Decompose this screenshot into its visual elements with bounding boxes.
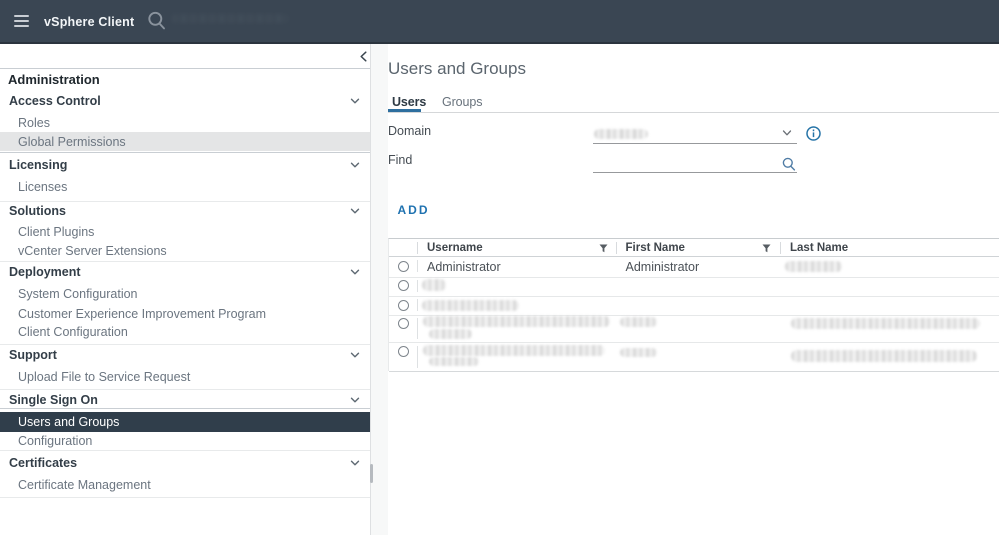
sidebar-divider	[0, 497, 371, 498]
row-radio-2[interactable]	[398, 280, 409, 291]
search-icon[interactable]	[147, 10, 167, 31]
panel-splitter[interactable]	[370, 44, 388, 535]
tab-groups[interactable]: Groups	[442, 94, 482, 110]
sidebar-item-licenses[interactable]: Licenses	[0, 178, 371, 197]
sidebar-item-roles[interactable]: Roles	[0, 113, 371, 132]
app-header: vSphere Client	[0, 0, 999, 44]
cell-separator	[417, 318, 418, 339]
row-separator	[389, 342, 999, 343]
sidebar-item-vcenter-server-extensions[interactable]: vCenter Server Extensions	[0, 242, 371, 261]
chevron-down-icon	[781, 127, 793, 139]
page-title: Users and Groups	[388, 58, 526, 80]
chevron-down-icon	[349, 394, 361, 406]
table-header: Username First Name Last Name	[389, 239, 999, 257]
cell-separator	[417, 299, 418, 311]
table-row-3-redacted-username	[422, 300, 519, 311]
sidebar-group-licensing[interactable]: Licensing	[0, 155, 371, 176]
chevron-down-icon	[349, 159, 361, 171]
find-label: Find	[388, 153, 412, 167]
vsphere-client-app: vSphere Client Administration Access Con…	[0, 0, 999, 535]
table-bottom-border	[389, 371, 999, 372]
chevron-down-icon	[349, 205, 361, 217]
domain-select-value	[594, 129, 648, 139]
table-row-5-redacted-last-name	[791, 350, 977, 362]
search-icon	[781, 156, 797, 173]
table-row-2-redacted-username	[422, 279, 447, 291]
table-row-1-username: Administrator	[427, 260, 501, 274]
find-input[interactable]	[593, 153, 798, 173]
sidebar-group-support[interactable]: Support	[0, 345, 371, 366]
table-row-1-first-name: Administrator	[626, 260, 700, 274]
sidebar-item-client-configuration[interactable]: Client Configuration	[0, 322, 371, 341]
row-separator	[389, 277, 999, 278]
column-separator	[417, 242, 418, 254]
sidebar-title: Administration	[8, 68, 358, 91]
info-icon[interactable]	[806, 126, 821, 141]
cell-separator	[417, 280, 418, 292]
cell-separator	[417, 346, 418, 368]
row-separator	[389, 296, 999, 297]
sidebar-item-upload-file-to-service-request[interactable]: Upload File to Service Request	[0, 368, 371, 387]
sidebar-divider	[0, 408, 371, 409]
collapse-sidebar-icon[interactable]	[357, 50, 370, 63]
search-input[interactable]	[172, 14, 288, 23]
column-separator	[616, 242, 617, 254]
column-header-first-name[interactable]: First Name	[626, 239, 685, 257]
filter-icon[interactable]	[762, 244, 771, 253]
app-title: vSphere Client	[44, 15, 134, 29]
table-row-5-redacted-username	[423, 345, 605, 356]
sidebar-group-access-control[interactable]: Access Control	[0, 91, 371, 112]
chevron-down-icon	[349, 266, 361, 278]
row-radio-4[interactable]	[398, 318, 409, 329]
table-row-4-redacted-username	[429, 329, 472, 339]
cell-separator	[417, 260, 418, 272]
sidebar-group-deployment[interactable]: Deployment	[0, 261, 371, 282]
filter-icon[interactable]	[599, 244, 608, 253]
chevron-down-icon	[349, 95, 361, 107]
table-row-4-redacted-last-name	[791, 318, 980, 329]
sidebar-item-configuration[interactable]: Configuration	[0, 432, 371, 451]
table-row-4-redacted-username	[423, 316, 611, 327]
tab-users[interactable]: Users	[392, 94, 426, 110]
column-header-username[interactable]: Username	[427, 239, 483, 257]
domain-label: Domain	[388, 124, 431, 138]
sidebar-item-users-and-groups[interactable]: Users and Groups	[0, 412, 370, 432]
main-content: Users and Groups Users Groups Domain Fin…	[388, 44, 999, 535]
table-row-1-redacted-last-name	[785, 261, 842, 272]
sidebar-item-global-permissions[interactable]: Global Permissions	[0, 132, 371, 151]
chevron-down-icon	[349, 349, 361, 361]
table-row-5-redacted-first-name	[620, 348, 657, 358]
add-button[interactable]: ADD	[398, 203, 430, 217]
sidebar-item-system-configuration[interactable]: System Configuration	[0, 285, 371, 304]
sidebar-item-certificate-management[interactable]: Certificate Management	[0, 476, 371, 495]
sidebar-item-customer-experience-improvement-program[interactable]: Customer Experience Improvement Program	[0, 304, 371, 323]
table-row-5-redacted-username	[429, 357, 479, 366]
sidebar-nav: Administration Access ControlRolesGlobal…	[0, 44, 371, 535]
domain-select[interactable]	[593, 124, 798, 144]
find-input-border	[593, 172, 798, 173]
column-separator	[780, 242, 781, 254]
sidebar-group-certificates[interactable]: Certificates	[0, 452, 371, 473]
sidebar-group-solutions[interactable]: Solutions	[0, 200, 371, 221]
tabs-divider	[388, 112, 999, 113]
domain-select-border	[593, 143, 798, 144]
row-radio-5[interactable]	[398, 346, 409, 357]
sidebar-divider	[0, 68, 371, 69]
sidebar-item-client-plugins[interactable]: Client Plugins	[0, 223, 371, 242]
hamburger-icon[interactable]	[14, 14, 29, 28]
column-header-last-name[interactable]: Last Name	[790, 239, 848, 257]
chevron-down-icon	[349, 457, 361, 469]
users-table: Username First Name Last Name Administrato…	[388, 238, 999, 371]
row-radio-3[interactable]	[398, 300, 409, 311]
row-radio-1[interactable]	[398, 261, 409, 272]
table-row-4-redacted-first-name	[620, 317, 657, 327]
sidebar-divider	[0, 152, 371, 153]
splitter-handle[interactable]	[370, 464, 374, 483]
